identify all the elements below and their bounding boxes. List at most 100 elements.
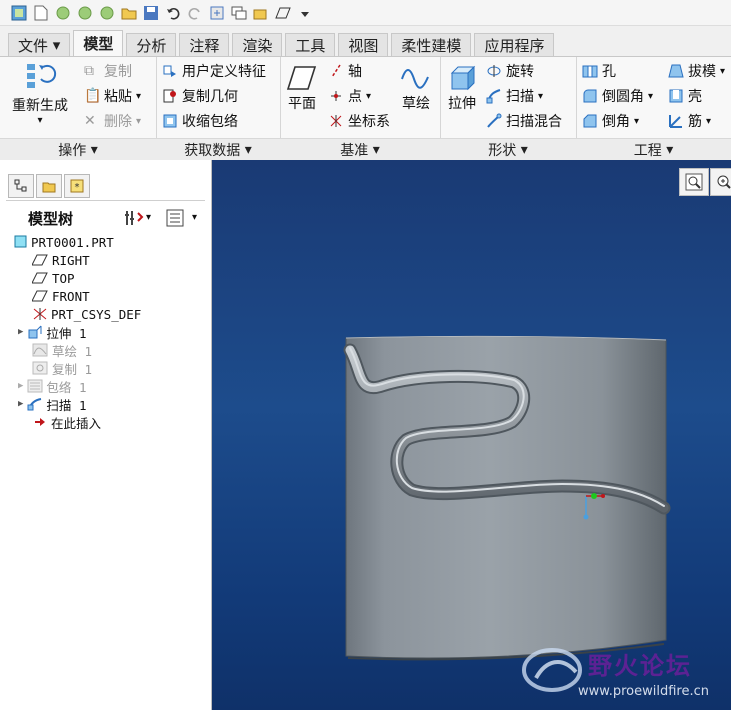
tab-file[interactable]: 文件 ▾	[8, 33, 71, 56]
plane-button[interactable]: 平面	[286, 63, 318, 113]
group-footer-datum[interactable]: 基准 ▾	[280, 138, 440, 161]
tree-settings-dropdown-icon[interactable]: ▾	[146, 212, 151, 223]
tree-item-sketch[interactable]: 草绘 1	[32, 341, 92, 359]
shell-label: 壳	[688, 89, 702, 105]
tree-item-extrude[interactable]: ▶ 拉伸 1	[18, 323, 86, 341]
green-circle-icon[interactable]	[76, 4, 94, 22]
tab-label: 视图	[348, 36, 379, 55]
tree-item-wrap[interactable]: ▶ 包络 1	[18, 377, 86, 395]
part-model-cylinder[interactable]	[212, 160, 731, 710]
watermark-title: 野火论坛	[588, 652, 692, 680]
paste-button[interactable]: 📋 粘贴 ▾	[84, 86, 141, 106]
hole-button[interactable]: 孔	[582, 61, 616, 81]
udf-button[interactable]: 用户定义特征	[162, 61, 266, 81]
regenerate-icon[interactable]	[208, 4, 226, 22]
sweep-button[interactable]: 扫描 ▾	[486, 86, 543, 106]
shrinkwrap-icon	[162, 113, 178, 129]
tree-item-copy[interactable]: 复制 1	[32, 359, 92, 377]
redo-icon[interactable]	[186, 4, 204, 22]
tab-label: 工具	[295, 36, 326, 55]
copy-geometry-button[interactable]: 复制几何	[162, 86, 238, 106]
tree-item-sweep[interactable]: ▶ 扫描 1	[18, 395, 86, 413]
group-footer-shapes[interactable]: 形状 ▾	[440, 138, 576, 161]
graphics-viewport[interactable]	[212, 160, 731, 710]
hole-label: 孔	[602, 64, 616, 80]
tab-label: 文件	[18, 36, 49, 55]
shrinkwrap-button[interactable]: 收缩包络	[162, 111, 238, 131]
revolve-button[interactable]: 旋转	[486, 61, 534, 81]
csys-icon	[33, 308, 47, 320]
tree-settings-icon[interactable]	[124, 209, 144, 231]
sweep-label: 扫描	[506, 89, 534, 105]
tab-view[interactable]: 视图	[338, 33, 389, 56]
copy-button[interactable]: ⧉ 复制	[84, 61, 132, 81]
plane-icon[interactable]	[274, 4, 292, 22]
undo-icon[interactable]	[164, 4, 182, 22]
chamfer-button[interactable]: 倒角 ▾	[582, 111, 639, 131]
tab-applications[interactable]: 应用程序	[474, 33, 555, 56]
round-button[interactable]: 倒圆角 ▾	[582, 86, 653, 106]
round-icon	[582, 88, 598, 104]
tree-item-top-plane[interactable]: TOP	[32, 269, 75, 287]
ribbon: 重新生成 ▾ ⧉ 复制 📋 粘贴 ▾ ✕ 删除 ▾ 操作 ▾ 用户定义特征 复制几何 收缩…	[0, 56, 731, 162]
sketch-button[interactable]: 草绘	[400, 63, 432, 113]
tree-item-front-plane[interactable]: FRONT	[32, 287, 90, 305]
tab-tools[interactable]: 工具	[285, 33, 336, 56]
swept-blend-button[interactable]: 扫描混合	[486, 111, 562, 131]
folder-browser-tab-icon[interactable]	[36, 174, 62, 198]
close-window-icon[interactable]	[252, 4, 270, 22]
datum-plane-icon	[32, 272, 48, 284]
open-folder-icon[interactable]	[120, 4, 138, 22]
group-footer-get-data[interactable]: 获取数据 ▾	[156, 138, 280, 161]
expand-arrow-icon[interactable]: ▶	[18, 399, 23, 409]
tree-item-label: 拉伸 1	[46, 325, 87, 341]
green-circle-icon[interactable]	[54, 4, 72, 22]
csys-button[interactable]: 坐标系	[328, 111, 390, 131]
tab-label: 柔性建模	[401, 36, 462, 55]
save-icon[interactable]	[142, 4, 160, 22]
udf-label: 用户定义特征	[182, 64, 266, 80]
point-label: 点	[348, 89, 362, 105]
tree-item-insert-here[interactable]: 在此插入	[34, 413, 101, 431]
windows-icon[interactable]	[230, 4, 248, 22]
regenerate-label: 重新生成	[12, 98, 68, 114]
draft-button[interactable]: 拔模 ▾	[668, 61, 725, 81]
point-button[interactable]: 点 ▾	[328, 86, 371, 106]
tree-show-dropdown-icon[interactable]: ▾	[192, 212, 197, 223]
datum-plane-icon	[32, 254, 48, 266]
extrude-button[interactable]: 拉伸	[446, 63, 478, 113]
tab-analysis[interactable]: 分析	[126, 33, 177, 56]
tab-render[interactable]: 渲染	[232, 33, 283, 56]
group-datum: 平面 轴 点 ▾ 坐标系 草绘 基准 ▾	[280, 57, 441, 161]
tree-item-right-plane[interactable]: RIGHT	[32, 251, 90, 269]
tab-annotate[interactable]: 注释	[179, 33, 230, 56]
favorites-tab-icon[interactable]: *	[64, 174, 90, 198]
group-footer-engineering[interactable]: 工程 ▾	[576, 138, 731, 161]
axis-button[interactable]: 轴	[328, 61, 362, 81]
new-file-icon[interactable]	[32, 4, 50, 22]
regenerate-button[interactable]: 重新生成 ▾	[12, 61, 68, 126]
tab-model[interactable]: 模型	[73, 30, 124, 56]
expand-arrow-icon[interactable]: ▶	[18, 327, 23, 337]
swept-blend-icon	[486, 113, 502, 129]
tree-item-label: PRT_CSYS_DEF	[51, 306, 142, 322]
model-tree-tab-icon[interactable]	[8, 174, 34, 198]
forum-watermark: 野火论坛 www.proewildfire.cn	[520, 640, 731, 710]
expand-arrow-icon[interactable]: ▶	[18, 381, 23, 391]
copy-icon: ⧉	[84, 63, 94, 79]
tree-show-icon[interactable]	[166, 209, 184, 231]
copy-geometry-icon	[162, 88, 178, 104]
delete-label: 删除	[104, 114, 132, 130]
watermark-url: www.proewildfire.cn	[578, 684, 709, 699]
delete-button[interactable]: ✕ 删除 ▾	[84, 111, 141, 131]
tree-item-csys[interactable]: PRT_CSYS_DEF	[32, 305, 141, 323]
green-circle-icon[interactable]	[98, 4, 116, 22]
tree-item-label: 复制 1	[52, 361, 93, 377]
tab-flexible-modeling[interactable]: 柔性建模	[391, 33, 472, 56]
group-footer-operations[interactable]: 操作 ▾	[0, 138, 156, 161]
rib-button[interactable]: 筋 ▾	[668, 111, 711, 131]
tree-item-part[interactable]: PRT0001.PRT	[14, 233, 114, 251]
more-dropdown-icon[interactable]	[296, 4, 314, 22]
app-icon[interactable]	[10, 4, 28, 22]
shell-button[interactable]: 壳	[668, 86, 702, 106]
